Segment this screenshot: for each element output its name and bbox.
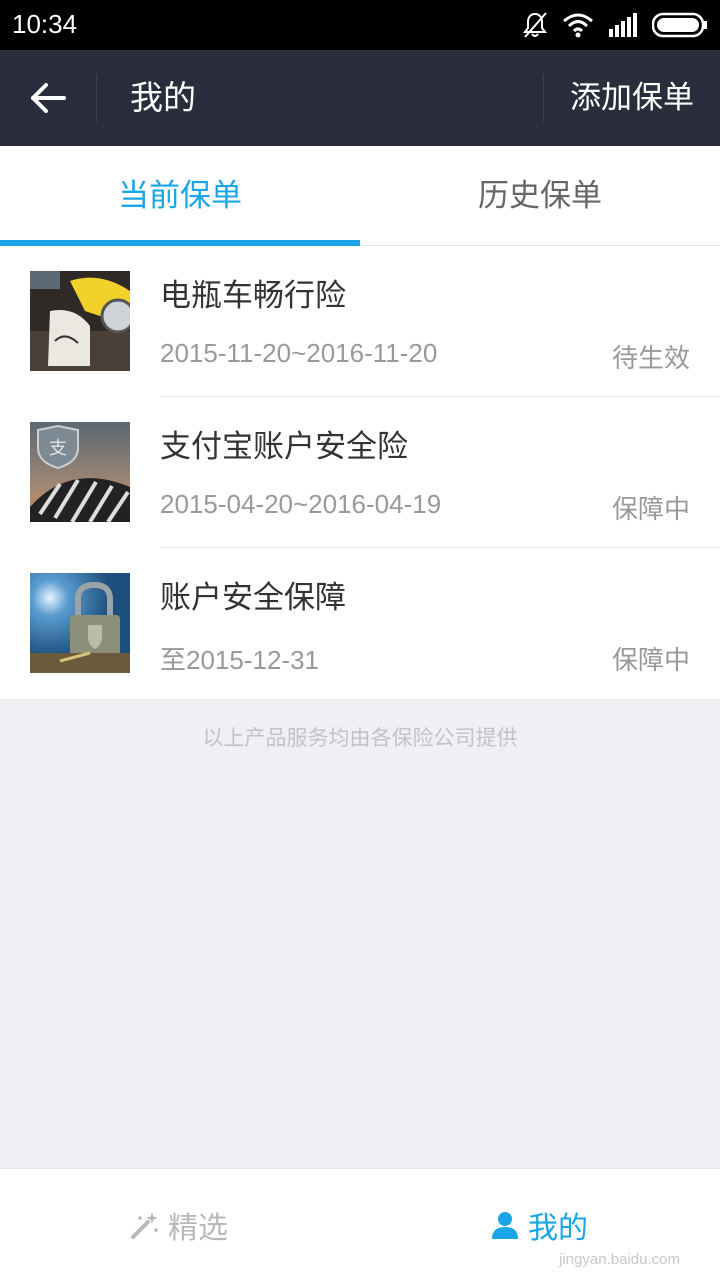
- tab-mine-label: 我的: [528, 1211, 588, 1246]
- wifi-icon: [563, 13, 593, 38]
- padlock-image: [30, 573, 130, 673]
- policy-item[interactable]: 电瓶车畅行险 2015-11-20~2016-11-20 待生效: [0, 246, 720, 397]
- user-icon: [492, 1212, 518, 1239]
- tab-featured[interactable]: 精选: [130, 1169, 228, 1280]
- tab-featured-label: 精选: [168, 1211, 228, 1246]
- policy-name: 账户安全保障: [160, 580, 346, 616]
- umbrella-shield-image: 支: [30, 422, 130, 522]
- page-title: 我的: [130, 78, 196, 117]
- magic-wand-icon: [131, 1212, 158, 1239]
- signal-icon: [609, 13, 637, 37]
- policy-tabs: 当前保单 历史保单: [0, 146, 720, 246]
- status-icons: [522, 10, 708, 40]
- policy-period: 2015-11-20~2016-11-20: [160, 338, 438, 368]
- nav-divider: [96, 74, 97, 122]
- policy-name: 电瓶车畅行险: [160, 278, 346, 314]
- policy-period: 至2015-12-31: [160, 645, 319, 675]
- tab-history-policies[interactable]: 历史保单: [360, 146, 720, 246]
- policy-item[interactable]: 账户安全保障 至2015-12-31 保障中: [0, 548, 720, 699]
- scooter-image: [30, 271, 130, 371]
- nav-bar: 我的 添加保单: [0, 50, 720, 146]
- back-button[interactable]: [0, 50, 96, 146]
- policy-status: 保障中: [611, 646, 690, 676]
- tab-current-policies[interactable]: 当前保单: [0, 146, 360, 246]
- status-bar: 10:34: [0, 0, 720, 50]
- policy-status: 保障中: [611, 495, 690, 525]
- bell-off-icon: [523, 12, 547, 38]
- policy-list: 电瓶车畅行险 2015-11-20~2016-11-20 待生效 支 支付宝账户…: [0, 246, 720, 699]
- svg-text:支: 支: [49, 438, 67, 459]
- battery-icon: [652, 12, 707, 38]
- status-time: 10:34: [12, 9, 78, 39]
- footer-note: 以上产品服务均由各保险公司提供: [202, 726, 518, 750]
- watermark: jingyan.baidu.com: [559, 1251, 680, 1268]
- nav-divider: [543, 74, 544, 122]
- policy-item[interactable]: 支 支付宝账户安全险 2015-04-20~2016-04-19 保障中: [0, 397, 720, 548]
- arrow-left-icon: [31, 83, 66, 113]
- policy-name: 支付宝账户安全险: [160, 429, 408, 465]
- bottom-nav: 精选 我的 jingyan.baidu.com: [0, 1168, 720, 1280]
- policy-period: 2015-04-20~2016-04-19: [160, 489, 442, 519]
- policy-status: 待生效: [611, 344, 690, 374]
- add-policy-button[interactable]: 添加保单: [570, 50, 694, 146]
